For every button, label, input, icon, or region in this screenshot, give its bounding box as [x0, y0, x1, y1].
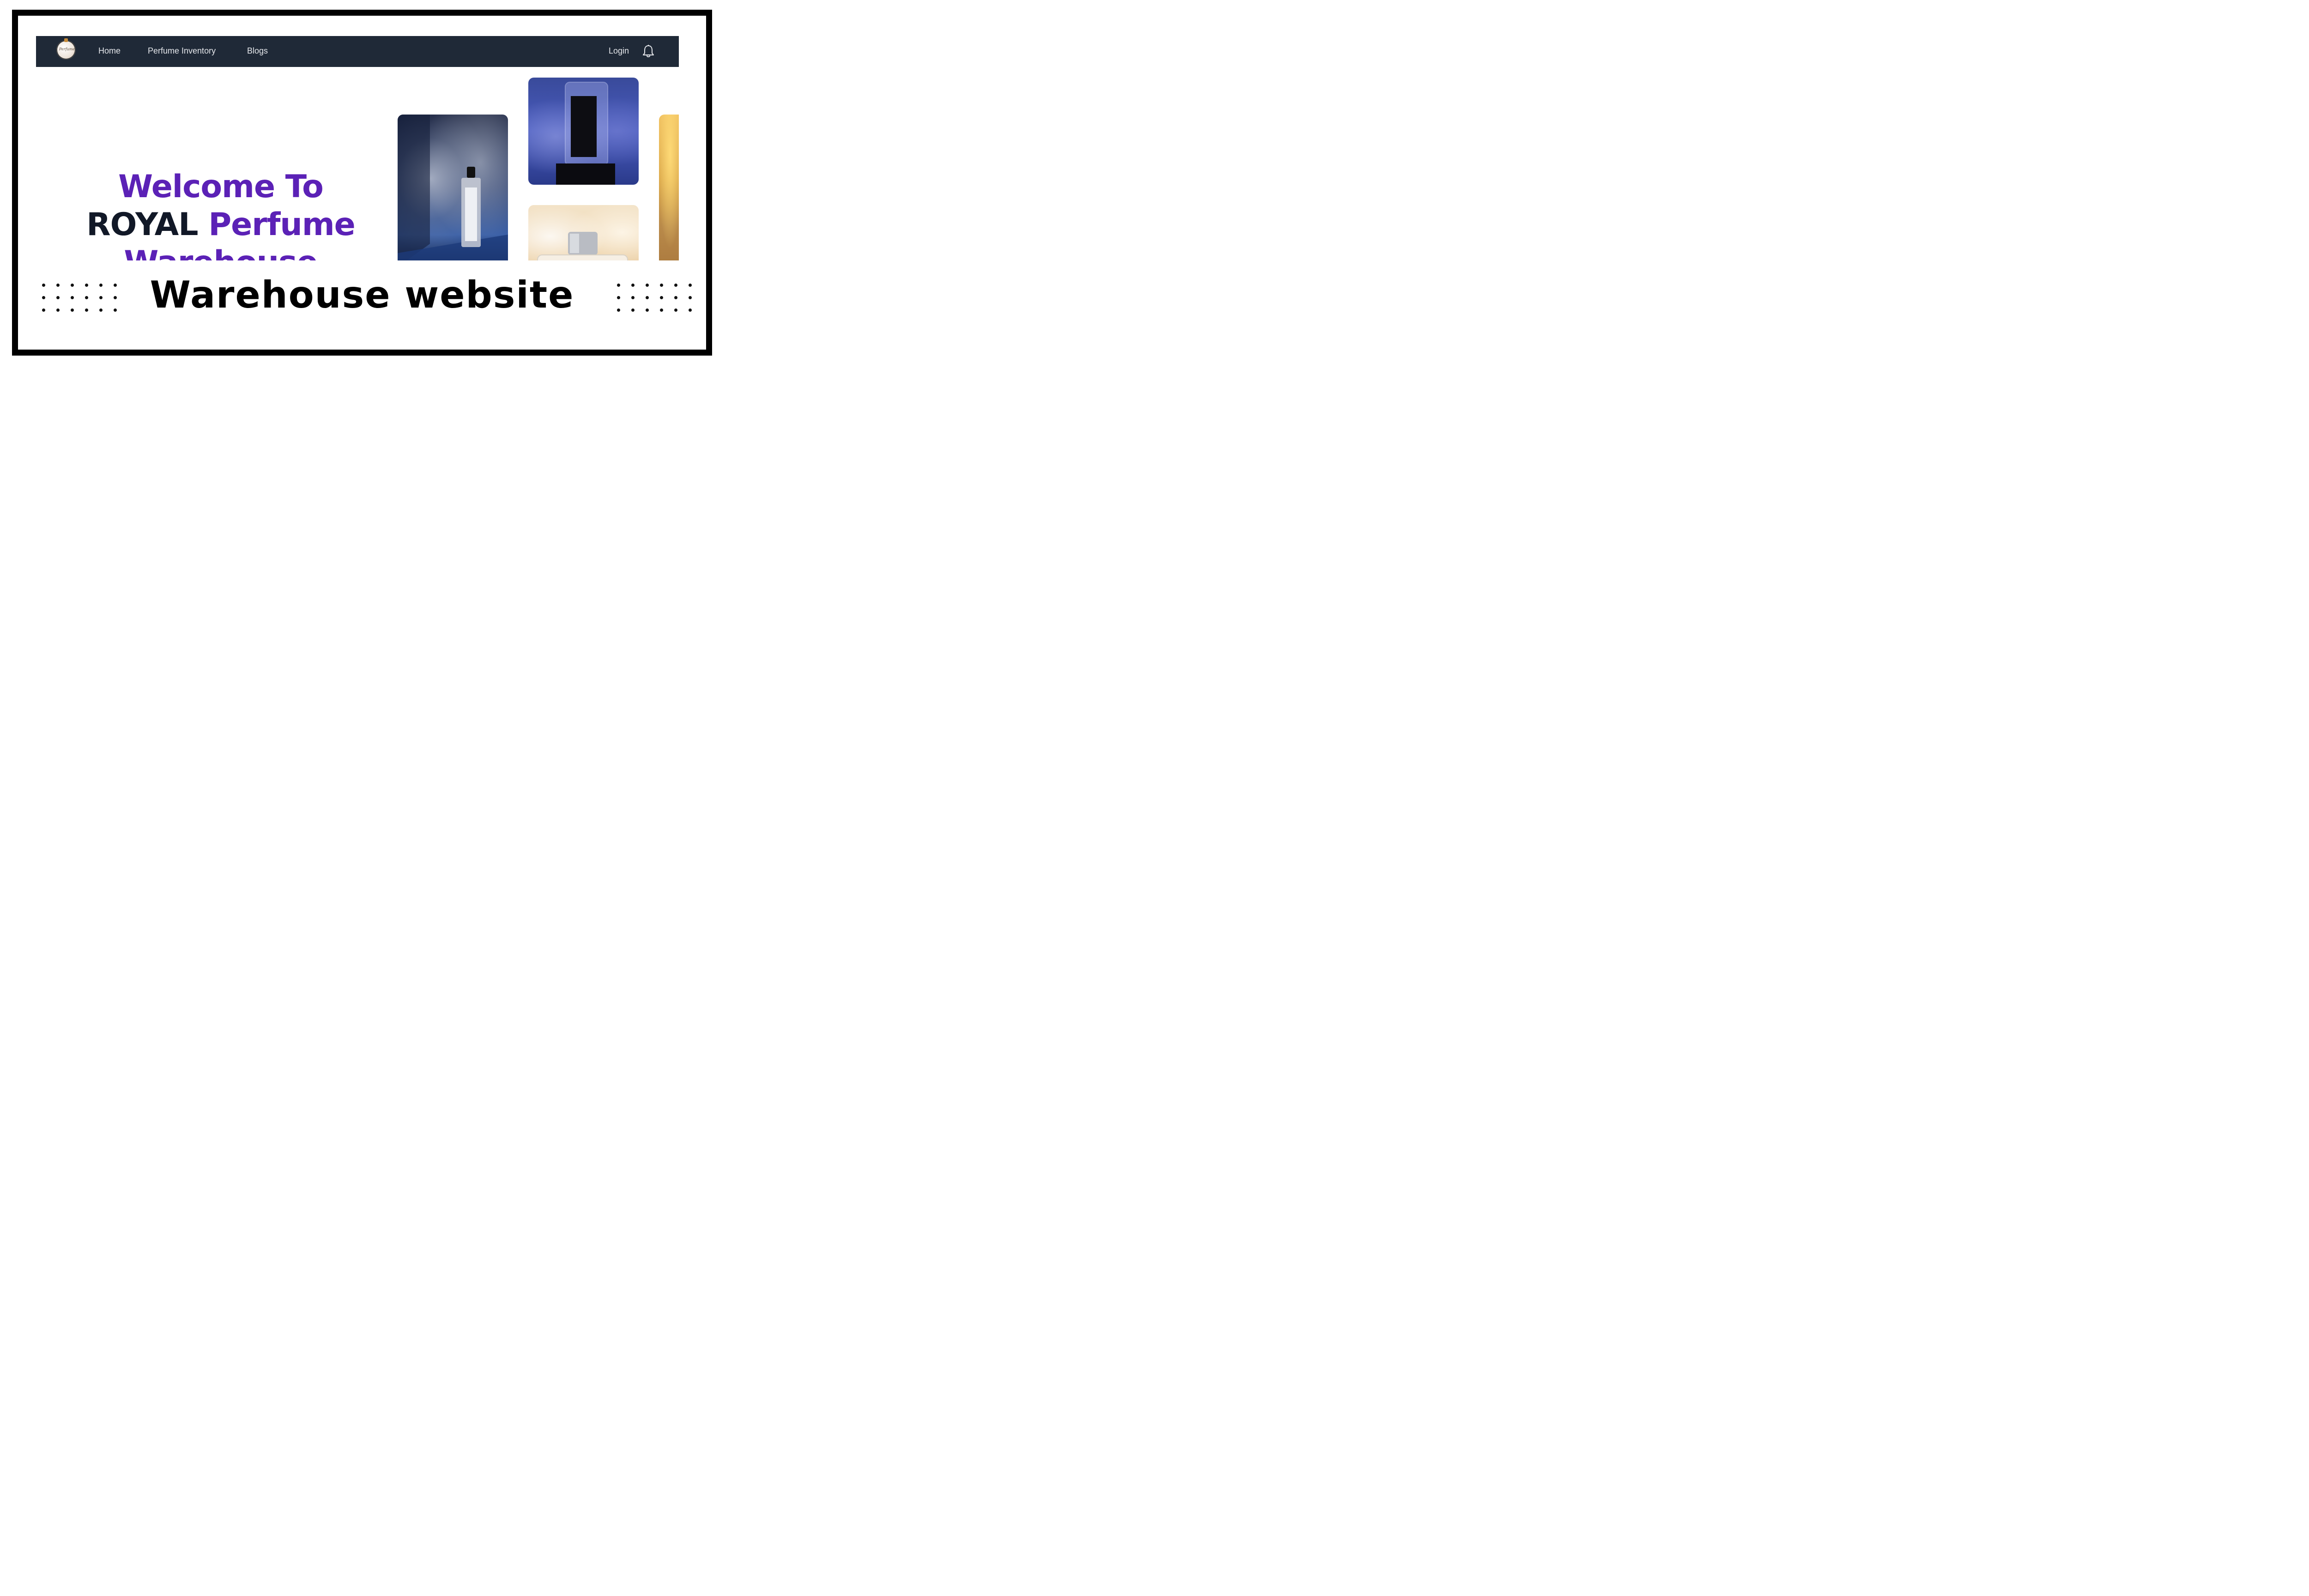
hero-word-perfume: Perfume — [208, 206, 355, 243]
nav-perfume-inventory[interactable]: Perfume Inventory — [148, 46, 216, 56]
logo-script-mark: Perfume — [59, 47, 75, 51]
amber-smoke-image — [659, 115, 679, 260]
blue-smoke-bottle-image — [398, 115, 508, 260]
hero-line-brand: ROYAL Perfume — [73, 206, 369, 244]
nav-blogs[interactable]: Blogs — [247, 46, 268, 56]
hero-line-warehouse: Warehouse — [73, 244, 369, 260]
right-dot-pattern — [617, 284, 692, 312]
banner-title: Warehouse website — [150, 273, 574, 316]
logo-bottle-cap — [64, 38, 68, 42]
bell-icon[interactable] — [642, 44, 655, 58]
hero-line-welcome: Welcome To — [118, 169, 324, 205]
tall-bottle-illustration — [398, 115, 508, 260]
perfume-logo-icon[interactable]: Perfume — [56, 38, 76, 60]
glass-bottle-illustration — [556, 82, 615, 185]
website-screenshot: Perfume Home Perfume Inventory Blogs Log… — [36, 36, 679, 260]
nav-home[interactable]: Home — [98, 46, 121, 56]
outer-frame: Perfume Home Perfume Inventory Blogs Log… — [12, 10, 712, 356]
nav-login[interactable]: Login — [609, 46, 629, 56]
cream-bottle-illustration — [537, 232, 628, 260]
cream-smoke-bottle-image — [528, 205, 639, 260]
violet-smoke-bottle-image — [528, 78, 639, 185]
hero-title: Welcome To ROYAL Perfume Warehouse — [73, 168, 369, 260]
hero-word-royal: ROYAL — [86, 206, 198, 243]
navbar: Perfume Home Perfume Inventory Blogs Log… — [36, 36, 679, 67]
